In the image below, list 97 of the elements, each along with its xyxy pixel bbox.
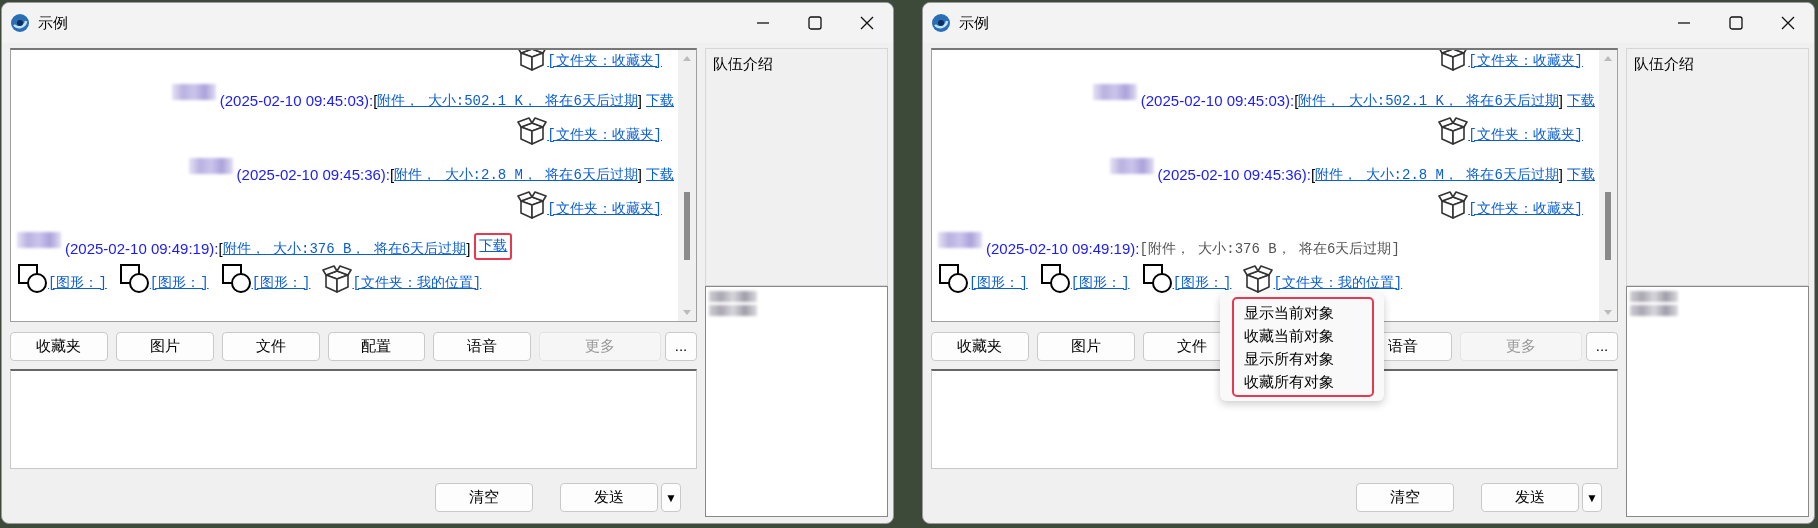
- shape-icon: [220, 263, 252, 294]
- attachment-link[interactable]: 下载: [474, 233, 513, 260]
- bracket-text: ]: [637, 90, 642, 111]
- blurred-name: [709, 305, 757, 316]
- attachment-link[interactable]: 附件， 大小:2.8 M， 将在6天后过期: [394, 165, 638, 186]
- folder-link[interactable]: [文件夹：收藏夹]: [547, 125, 662, 146]
- down-arrow-icon[interactable]: [1603, 309, 1613, 317]
- action-button[interactable]: 发送: [1481, 483, 1579, 512]
- window-title: 示例: [959, 12, 989, 33]
- toolbar-button[interactable]: 图片: [115, 332, 214, 361]
- timestamp: (2025-02-10 09:45:36):: [236, 164, 391, 185]
- bracket-text: ]: [466, 238, 471, 259]
- message-input[interactable]: [931, 369, 1618, 469]
- scrollbar[interactable]: [1599, 50, 1617, 321]
- dropdown-button[interactable]: ▼: [661, 483, 681, 512]
- up-arrow-icon[interactable]: [1603, 54, 1613, 62]
- toolbar-button[interactable]: ...: [665, 332, 697, 361]
- app-icon: [931, 13, 951, 33]
- blurred-name: [171, 84, 216, 100]
- bracket-text: ]: [637, 164, 642, 185]
- menu-item[interactable]: 显示当前对象: [1234, 301, 1372, 324]
- shape-icon: [17, 263, 48, 294]
- toolbar-button[interactable]: 配置: [327, 332, 426, 361]
- maximize-icon: [1729, 16, 1743, 30]
- panel-title: 队伍介绍: [1634, 55, 1694, 72]
- close-icon: [1781, 16, 1795, 30]
- attachment-link[interactable]: 下载: [646, 91, 674, 112]
- attachment-link[interactable]: 附件， 大小:376 B， 将在6天后过期: [222, 239, 467, 260]
- attachment-link[interactable]: 附件， 大小:2.8 M， 将在6天后过期: [1315, 165, 1559, 186]
- bracket-text: [: [218, 238, 223, 259]
- toolbar-button[interactable]: 文件: [221, 332, 320, 361]
- bracket-text: ]: [1558, 90, 1563, 111]
- toolbar-button[interactable]: 收藏夹: [10, 332, 108, 361]
- folder-link[interactable]: [文件夹：收藏夹]: [1468, 125, 1583, 146]
- bracket-text: [: [390, 164, 395, 185]
- menu-item[interactable]: 收藏所有对象: [1234, 370, 1372, 393]
- toolbar-button[interactable]: 图片: [1036, 332, 1135, 361]
- scrollbar[interactable]: [678, 50, 696, 321]
- panel-title: 队伍介绍: [713, 55, 773, 72]
- attachment-link[interactable]: 附件， 大小:502.1 K， 将在6天后过期: [1298, 91, 1559, 112]
- folder-link[interactable]: [文件夹：收藏夹]: [547, 199, 662, 220]
- attachment-link[interactable]: 下载: [646, 165, 674, 186]
- blurred-name: [188, 158, 233, 174]
- toolbar-button[interactable]: 收藏夹: [931, 332, 1029, 361]
- bracket-text: ]: [1558, 164, 1563, 185]
- timestamp: (2025-02-10 09:45:36):: [1157, 164, 1312, 185]
- bracket-text: [: [1311, 164, 1316, 185]
- bracket-text: [: [373, 90, 378, 111]
- up-arrow-icon[interactable]: [682, 54, 692, 62]
- toolbar-button[interactable]: ...: [1586, 332, 1618, 361]
- timestamp: (2025-02-10 09:45:03):: [1140, 90, 1295, 111]
- attachment-link[interactable]: 下载: [1567, 165, 1595, 186]
- blurred-name: [1630, 305, 1678, 316]
- blurred-name: [1630, 291, 1678, 302]
- message-input[interactable]: [10, 369, 697, 469]
- box-icon: [322, 263, 353, 294]
- timestamp: (2025-02-10 09:49:19):: [65, 238, 219, 259]
- blurred-name: [1109, 158, 1154, 174]
- shape-link[interactable]: [图形：]: [1070, 273, 1130, 294]
- shape-link[interactable]: [图形：]: [251, 273, 311, 294]
- attachment-link[interactable]: 下载: [1567, 91, 1595, 112]
- action-button[interactable]: 清空: [435, 483, 533, 512]
- action-button[interactable]: 清空: [1356, 483, 1454, 512]
- shape-icon: [938, 263, 969, 294]
- timestamp: (2025-02-10 09:49:19):: [986, 238, 1140, 259]
- action-button[interactable]: 发送: [560, 483, 658, 512]
- attachment-text: [附件， 大小:376 B， 将在6天后过期]: [1139, 240, 1400, 259]
- shape-icon: [118, 263, 150, 294]
- timestamp: (2025-02-10 09:45:03):: [219, 90, 374, 111]
- close-icon: [860, 16, 874, 30]
- folder-link[interactable]: [文件夹：收藏夹]: [1468, 51, 1583, 72]
- folder-link[interactable]: [文件夹：我的位置]: [1273, 273, 1403, 294]
- blurred-name: [709, 291, 757, 302]
- blurred-name: [938, 232, 982, 248]
- shape-link[interactable]: [图形：]: [48, 273, 107, 294]
- toolbar-button[interactable]: 语音: [433, 332, 532, 361]
- maximize-icon: [808, 16, 822, 30]
- app-icon: [10, 13, 30, 33]
- attachment-link[interactable]: 附件， 大小:502.1 K， 将在6天后过期: [377, 91, 638, 112]
- dropdown-button[interactable]: ▼: [1582, 483, 1602, 512]
- down-arrow-icon[interactable]: [682, 309, 692, 317]
- shape-link[interactable]: [图形：]: [1172, 273, 1232, 294]
- box-icon: [1438, 189, 1469, 220]
- shape-link[interactable]: [图形：]: [969, 273, 1028, 294]
- folder-link[interactable]: [文件夹：收藏夹]: [547, 51, 662, 72]
- box-icon: [1438, 115, 1469, 146]
- shape-link[interactable]: [图形：]: [149, 273, 209, 294]
- blurred-name: [1092, 84, 1137, 100]
- shape-icon: [1039, 263, 1071, 294]
- shape-icon: [1141, 263, 1173, 294]
- folder-link[interactable]: [文件夹：收藏夹]: [1468, 199, 1583, 220]
- box-icon: [517, 115, 548, 146]
- blurred-name: [17, 232, 61, 248]
- bracket-text: [: [1294, 90, 1299, 111]
- window-title: 示例: [38, 12, 68, 33]
- folder-link[interactable]: [文件夹：我的位置]: [352, 273, 482, 294]
- box-icon: [517, 189, 548, 220]
